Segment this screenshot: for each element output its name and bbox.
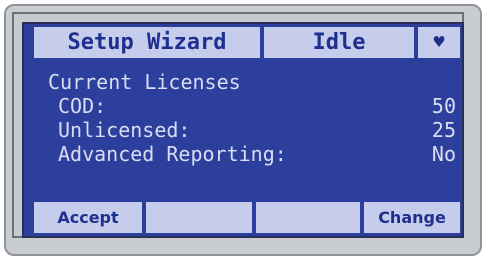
change-button[interactable]: Change [364, 202, 460, 233]
license-value: No [431, 142, 456, 166]
license-label: Unlicensed: [58, 118, 191, 142]
lcd-screen: Setup Wizard Idle ♥ Current Licenses COD… [22, 22, 464, 238]
license-value: 50 [431, 94, 456, 118]
heart-icon: ♥ [418, 27, 460, 58]
status-indicator: Idle [264, 27, 414, 58]
accept-button[interactable]: Accept [34, 202, 142, 233]
softkey-2-button[interactable] [146, 202, 252, 233]
license-label: Advanced Reporting: [58, 142, 287, 166]
softkey-3-button[interactable] [256, 202, 360, 233]
page-title: Setup Wizard [34, 27, 260, 58]
license-label: COD: [58, 94, 107, 118]
panel-heading: Current Licenses [48, 70, 241, 94]
license-panel: Current Licenses COD: 50 Unlicensed: 25 … [24, 64, 462, 198]
header-bar: Setup Wizard Idle ♥ [24, 24, 462, 62]
softkey-bar: Accept Change [24, 198, 462, 236]
license-value: 25 [431, 118, 456, 142]
